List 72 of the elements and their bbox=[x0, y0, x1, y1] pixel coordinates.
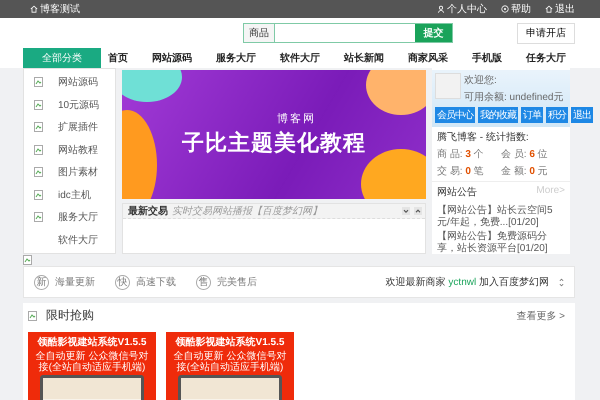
feature-badge: 新 bbox=[34, 274, 49, 290]
nav-link[interactable]: 商家风采 bbox=[408, 51, 448, 65]
stat-text: 交 易: 0 笔 bbox=[437, 164, 485, 178]
product-title: 领酷影视建站系统V1.5.5 bbox=[38, 336, 146, 349]
nav-link[interactable]: 服务大厅 bbox=[216, 51, 256, 65]
user-button[interactable]: 积分 bbox=[546, 107, 568, 123]
sidebar-item[interactable]: idc主机 bbox=[58, 188, 91, 202]
stats-title: 腾飞博客 - 统计指数: bbox=[437, 132, 529, 143]
trade-subtitle: 实时交易网站播报【百度梦幻网】 bbox=[172, 204, 322, 218]
product-title: 领酷影视建站系统V1.5.5 bbox=[176, 336, 284, 349]
notice-title: 网站公告 bbox=[437, 186, 477, 199]
nav-link[interactable]: 首页 bbox=[108, 51, 128, 65]
banner-title: 子比主题美化教程 bbox=[182, 129, 366, 157]
feature-label: 海量更新 bbox=[55, 276, 95, 289]
feature-label: 高速下载 bbox=[136, 276, 176, 289]
stat-text: 商 品: 3 个 bbox=[437, 148, 485, 161]
merchant-ticker: 欢迎最新商家 yctnwl 加入百度梦幻网 bbox=[386, 276, 549, 289]
top-link[interactable]: 帮助 bbox=[501, 2, 531, 16]
avatar-placeholder bbox=[435, 73, 461, 99]
top-link[interactable]: 个人中心 bbox=[437, 2, 487, 16]
help-icon bbox=[501, 5, 509, 13]
flash-sale-title: 限时抢购 bbox=[46, 307, 94, 324]
broken-image-icon bbox=[34, 77, 44, 88]
open-store-button[interactable]: 申请开店 bbox=[517, 22, 575, 44]
top-link[interactable]: 退出 bbox=[545, 2, 575, 16]
feature-badge: 售 bbox=[196, 274, 211, 290]
user-button[interactable]: 我的收藏 bbox=[478, 107, 518, 123]
home-icon bbox=[30, 5, 38, 13]
nav-link[interactable]: 任务大厅 bbox=[526, 51, 566, 65]
user-button[interactable]: 退出 bbox=[571, 107, 593, 123]
notice-link[interactable]: 【网站公告】免费源码分享，站长资源平台[01/20] bbox=[437, 231, 565, 255]
feature-badge: 快 bbox=[115, 274, 130, 290]
notice-link[interactable]: 【网站公告】站长云空间5元/年起，免费...[01/20] bbox=[437, 205, 565, 229]
balance-text: 可用余额: undefined元 bbox=[464, 90, 564, 104]
trade-title: 最新交易 bbox=[128, 204, 168, 218]
broken-image-icon bbox=[34, 144, 44, 155]
feature-label: 完美售后 bbox=[217, 276, 257, 289]
broken-image-icon bbox=[34, 167, 44, 178]
sidebar-item[interactable]: 扩展插件 bbox=[58, 120, 98, 134]
sidebar-item[interactable]: 10元源码 bbox=[58, 98, 100, 112]
sidebar-item[interactable]: 软件大厅 bbox=[58, 232, 98, 247]
chevron-down-icon[interactable] bbox=[402, 207, 410, 215]
sidebar-item[interactable]: 网站源码 bbox=[58, 75, 98, 90]
broken-image-icon bbox=[28, 310, 38, 320]
greeting-text: 欢迎您: bbox=[464, 74, 498, 87]
product-subtitle: 全自动更新 公众微信号对接(全站自动适应手机端) bbox=[172, 351, 288, 373]
user-icon bbox=[437, 5, 445, 13]
nav-link[interactable]: 网站源码 bbox=[152, 51, 192, 65]
nav-link[interactable]: 手机版 bbox=[472, 51, 502, 65]
stat-text: 金 额: 0 元 bbox=[501, 164, 549, 178]
user-button[interactable]: 订单 bbox=[521, 107, 543, 123]
broken-image-icon bbox=[34, 190, 44, 200]
sidebar-item[interactable]: 图片素材 bbox=[58, 165, 98, 180]
nav-link[interactable]: 站长新闻 bbox=[344, 51, 384, 65]
product-card[interactable]: 领酷影视建站系统V1.5.5 全自动更新 公众微信号对接(全站自动适应手机端) bbox=[28, 332, 156, 400]
up-down-icon[interactable] bbox=[559, 276, 564, 288]
nav-link[interactable]: 软件大厅 bbox=[280, 51, 320, 65]
banner-subtitle: 博客网 bbox=[277, 112, 316, 126]
broken-image-icon bbox=[34, 100, 44, 110]
user-button[interactable]: 会员中心 bbox=[435, 107, 475, 123]
sidebar-item[interactable]: 服务大厅 bbox=[58, 210, 98, 224]
search-category[interactable]: 商品 bbox=[244, 24, 275, 42]
stat-text: 会 员: 6 位 bbox=[501, 148, 549, 161]
product-subtitle: 全自动更新 公众微信号对接(全站自动适应手机端) bbox=[34, 351, 150, 373]
view-more-link[interactable]: 查看更多 > bbox=[516, 308, 565, 322]
chevron-up-icon[interactable] bbox=[414, 207, 422, 215]
site-link[interactable]: 博客测试 bbox=[30, 2, 80, 16]
home-icon bbox=[545, 5, 553, 13]
product-card[interactable]: 领酷影视建站系统V1.5.5 全自动更新 公众微信号对接(全站自动适应手机端) bbox=[166, 332, 294, 400]
broken-image-icon bbox=[34, 212, 44, 222]
sidebar-item[interactable]: 网站教程 bbox=[58, 142, 98, 157]
broken-image-icon bbox=[34, 122, 44, 132]
